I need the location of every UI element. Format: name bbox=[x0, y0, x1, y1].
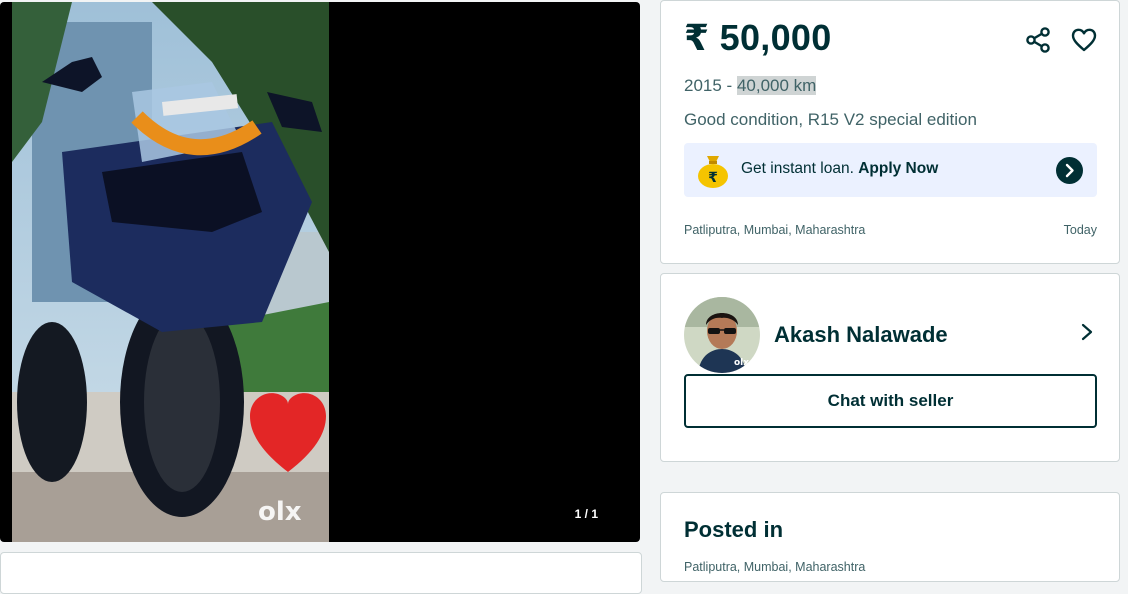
loan-label: Get instant loan. bbox=[741, 160, 859, 177]
seller-name[interactable]: Akash Nalawade bbox=[774, 322, 948, 348]
svg-text:₹: ₹ bbox=[708, 170, 718, 186]
chat-with-seller-button[interactable]: Chat with seller bbox=[684, 374, 1097, 428]
motorcycle-photo[interactable]: olx bbox=[12, 2, 329, 542]
chevron-right-icon[interactable] bbox=[1079, 322, 1095, 342]
posted-in-card: Posted in Patliputra, Mumbai, Maharashtr… bbox=[660, 492, 1120, 582]
ad-title: Good condition, R15 V2 special edition bbox=[684, 110, 977, 129]
separator: - bbox=[721, 76, 737, 95]
share-icon[interactable] bbox=[1025, 26, 1053, 54]
posted-in-title: Posted in bbox=[684, 517, 784, 542]
year-and-km: 2015 - 40,000 km bbox=[684, 76, 817, 96]
image-gallery[interactable]: olx 1 / 1 bbox=[0, 2, 640, 542]
seller-card: olx Akash Nalawade Chat with seller bbox=[660, 273, 1120, 462]
instant-loan-banner[interactable]: ₹ Get instant loan. Apply Now bbox=[684, 143, 1097, 197]
ad-year: 2015 bbox=[684, 76, 722, 95]
apply-now-link[interactable]: Apply Now bbox=[858, 160, 938, 177]
price-card: ₹ 50,000 2015 - 40,000 km Good condition… bbox=[660, 0, 1120, 264]
seller-avatar[interactable]: olx bbox=[684, 297, 760, 373]
chevron-right-icon[interactable] bbox=[1056, 157, 1083, 184]
ad-date: Today bbox=[1063, 223, 1097, 237]
olx-watermark: olx bbox=[734, 358, 749, 368]
olx-watermark: olx bbox=[258, 497, 302, 527]
posted-in-location: Patliputra, Mumbai, Maharashtra bbox=[684, 560, 866, 574]
ad-km: 40,000 km bbox=[736, 76, 817, 95]
description-card bbox=[0, 552, 642, 594]
image-counter: 1 / 1 bbox=[574, 507, 598, 521]
ad-price: ₹ 50,000 bbox=[684, 17, 832, 58]
loan-text: Get instant loan. Apply Now bbox=[741, 160, 938, 178]
money-bag-icon: ₹ bbox=[698, 156, 728, 188]
heart-icon[interactable] bbox=[1070, 26, 1098, 54]
ad-location: Patliputra, Mumbai, Maharashtra bbox=[684, 223, 866, 237]
